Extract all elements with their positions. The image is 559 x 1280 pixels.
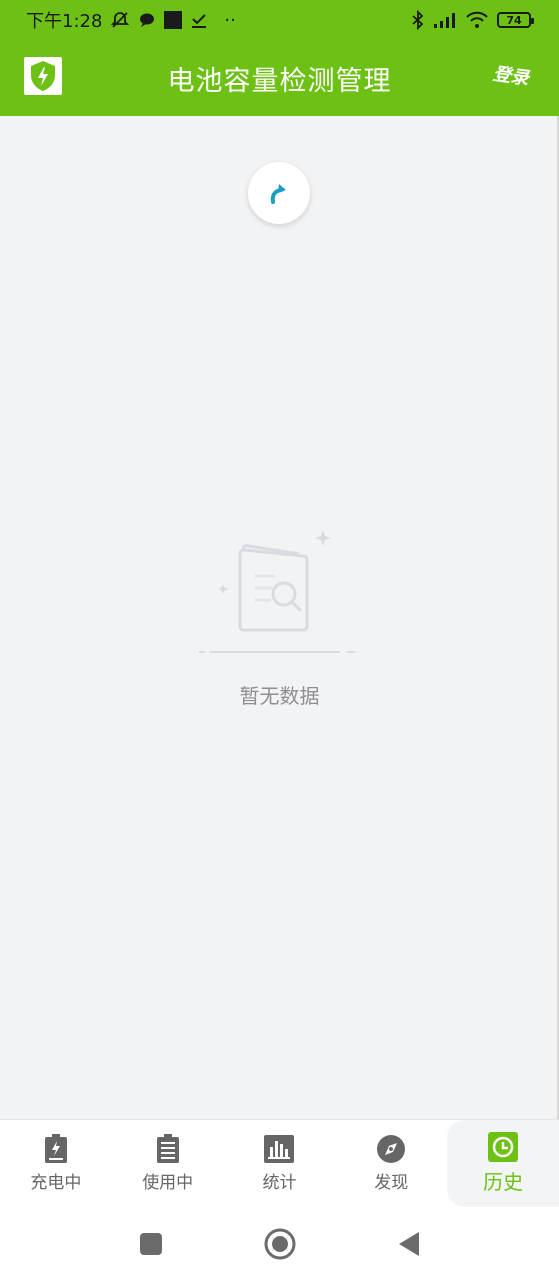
bluetooth-icon <box>411 10 425 30</box>
clock-icon <box>488 1132 519 1162</box>
battery-full-icon <box>153 1134 183 1164</box>
more-notifications-dots: ·· <box>224 9 236 31</box>
tab-label: 历史 <box>483 1170 524 1194</box>
wifi-icon <box>465 11 489 29</box>
app-header: 电池容量检测管理 登录 <box>0 40 559 116</box>
battery-charging-icon <box>41 1134 71 1164</box>
empty-message: 暂无数据 <box>239 684 320 708</box>
main-content: 暂无数据 <box>0 116 559 1119</box>
home-button[interactable] <box>263 1227 297 1261</box>
tab-history[interactable]: 历史 <box>447 1120 559 1207</box>
signal-icon <box>433 12 457 28</box>
tab-statistics[interactable]: 统计 <box>224 1120 336 1207</box>
battery-indicator: 74 <box>497 12 534 28</box>
app-logo <box>24 57 62 95</box>
status-right: 74 <box>411 10 534 30</box>
login-link[interactable]: 登录 <box>491 60 531 91</box>
tab-label: 发现 <box>374 1173 409 1193</box>
page-title: 电池容量检测管理 <box>167 65 392 97</box>
bottom-nav: 充电中 使用中 统计 发现 历史 <box>0 1119 559 1207</box>
back-button[interactable] <box>392 1227 426 1261</box>
square-app-icon <box>164 11 183 29</box>
square-icon <box>139 1232 162 1255</box>
tab-in-use[interactable]: 使用中 <box>112 1120 224 1207</box>
shield-bolt-icon <box>31 61 55 91</box>
tab-label: 充电中 <box>30 1173 82 1193</box>
system-nav-bar <box>0 1207 559 1280</box>
recents-button[interactable] <box>134 1227 168 1261</box>
download-done-icon <box>190 11 208 29</box>
status-left: 下午1:28 ·· <box>26 7 236 33</box>
refresh-arrow-icon <box>270 184 286 204</box>
compass-icon <box>376 1134 406 1164</box>
empty-document-search-icon <box>198 530 355 653</box>
tab-charging[interactable]: 充电中 <box>0 1120 112 1207</box>
tab-label: 统计 <box>262 1173 297 1193</box>
refresh-button[interactable] <box>248 162 310 224</box>
tab-label: 使用中 <box>142 1173 194 1193</box>
chat-bubble-icon <box>138 11 156 29</box>
tab-discover[interactable]: 发现 <box>335 1120 447 1207</box>
back-triangle-icon <box>398 1231 419 1256</box>
mute-bell-icon <box>110 10 130 30</box>
home-circle-icon <box>264 1228 295 1259</box>
empty-state: 暂无数据 <box>0 526 559 709</box>
status-time: 下午1:28 <box>26 11 103 32</box>
bar-chart-icon <box>264 1134 295 1164</box>
status-bar: 下午1:28 ·· 74 <box>0 0 559 40</box>
